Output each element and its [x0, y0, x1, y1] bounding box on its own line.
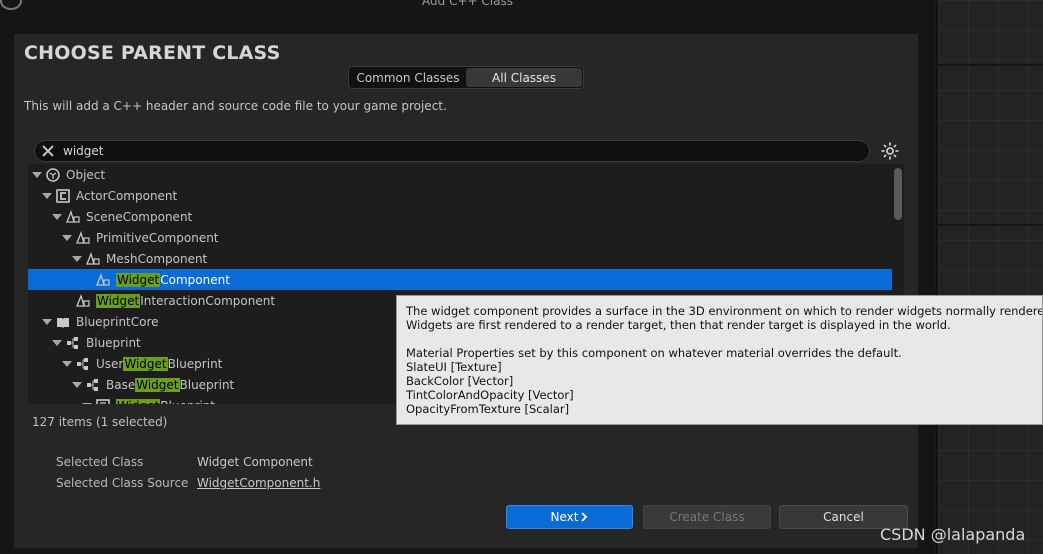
tree-row-label: SceneComponent [86, 209, 193, 224]
watermark: CSDN @lalapanda [880, 525, 1026, 544]
next-button[interactable]: Next [506, 505, 633, 529]
tooltip-line: Material Properties set by this componen… [406, 346, 902, 360]
tooltip-line [406, 332, 1033, 346]
items-count: 127 items (1 selected) [32, 415, 168, 429]
dialog-title: CHOOSE PARENT CLASS [24, 42, 281, 64]
create-class-button[interactable]: Create Class [643, 505, 771, 529]
tree-row-label: WidgetComponent [116, 272, 230, 287]
expand-arrow-icon[interactable] [72, 381, 82, 388]
search-match-highlight: Widget [123, 356, 168, 371]
tooltip-line: The widget component provides a surface … [406, 304, 1043, 318]
tree-row[interactable]: SceneComponent [28, 206, 892, 227]
object-icon [46, 167, 60, 182]
expand-arrow-icon[interactable] [32, 171, 42, 178]
tree-row[interactable]: MeshComponent [28, 248, 892, 269]
tooltip-line: TintColorAndOpacity [Vector] [406, 388, 574, 402]
blueprint-icon [66, 336, 80, 350]
expand-arrow-icon[interactable] [72, 255, 82, 262]
scene-component-icon [66, 209, 80, 224]
dialog-description: This will add a C++ header and source co… [24, 99, 447, 113]
tree-row-label: PrimitiveComponent [96, 230, 219, 245]
blueprint-icon [86, 378, 100, 392]
tree-row-label: WidgetInteractionComponent [96, 293, 276, 308]
clear-search-icon[interactable] [41, 144, 55, 158]
settings-gear-icon[interactable] [880, 141, 900, 161]
search-box [34, 140, 870, 162]
scene-component-icon [76, 230, 90, 245]
tree-row[interactable]: ActorComponent [28, 185, 892, 206]
tooltip-line: OpacityFromTexture [Scalar] [406, 402, 570, 416]
scene-component-icon [76, 293, 90, 308]
search-match-highlight: Widget [116, 272, 161, 287]
book-icon [56, 315, 70, 329]
add-class-dialog: CHOOSE PARENT CLASS Common Classes All C… [14, 34, 918, 548]
tree-row-label: Blueprint [86, 335, 141, 350]
tree-row-label: Object [66, 167, 106, 182]
tree-row[interactable]: Object [28, 164, 892, 185]
component-icon [56, 188, 70, 203]
tooltip-line: Widgets are first rendered to a render t… [406, 318, 951, 332]
expand-arrow-icon[interactable] [42, 318, 52, 325]
expand-arrow-icon[interactable] [52, 339, 62, 346]
class-tab-switcher: Common Classes All Classes [348, 66, 584, 89]
scene-component-icon [96, 272, 110, 287]
chevron-right-icon [581, 512, 588, 522]
tab-common-classes[interactable]: Common Classes [350, 68, 466, 87]
search-match-highlight: Widget [135, 377, 180, 392]
leaf-spacer [62, 298, 72, 304]
tooltip-line: SlateUI [Texture] [406, 360, 502, 374]
search-input[interactable] [63, 144, 843, 158]
selected-class-source-link[interactable]: WidgetComponent.h [197, 476, 320, 490]
search-match-highlight: Widget [96, 293, 141, 308]
tree-scrollbar-thumb[interactable] [894, 168, 902, 220]
selected-class-label: Selected Class [56, 455, 144, 469]
tree-row[interactable]: PrimitiveComponent [28, 227, 892, 248]
expand-arrow-icon[interactable] [62, 360, 72, 367]
window-title: Add C++ Class [422, 0, 513, 8]
expand-arrow-icon[interactable] [42, 192, 52, 199]
next-button-label: Next [550, 510, 579, 524]
selected-class-value: Widget Component [197, 455, 313, 469]
selected-class-source-label: Selected Class Source [56, 476, 189, 490]
tree-row-label: WidgetBlueprint [116, 398, 215, 404]
leaf-spacer [82, 277, 92, 283]
blueprint-icon [76, 357, 90, 371]
tooltip-line: BackColor [Vector] [406, 374, 514, 388]
widget-blueprint-icon [96, 398, 110, 404]
tree-row-label: MeshComponent [106, 251, 208, 266]
expand-arrow-icon[interactable] [82, 402, 92, 404]
graph-panel [936, 0, 1043, 554]
search-match-highlight: Widget [116, 398, 161, 404]
expand-arrow-icon[interactable] [52, 213, 62, 220]
tree-row-label: BlueprintCore [76, 314, 159, 329]
divider [938, 224, 1043, 226]
expand-arrow-icon[interactable] [62, 234, 72, 241]
divider [938, 64, 1043, 66]
tab-all-classes[interactable]: All Classes [466, 68, 582, 87]
tree-row[interactable]: WidgetComponent [28, 269, 892, 290]
scene-component-icon [86, 251, 100, 266]
tree-row-label: UserWidgetBlueprint [96, 356, 223, 371]
class-description-tooltip: The widget component provides a surface … [396, 295, 1043, 425]
tree-row-label: BaseWidgetBlueprint [106, 377, 235, 392]
tree-row-label: ActorComponent [76, 188, 178, 203]
